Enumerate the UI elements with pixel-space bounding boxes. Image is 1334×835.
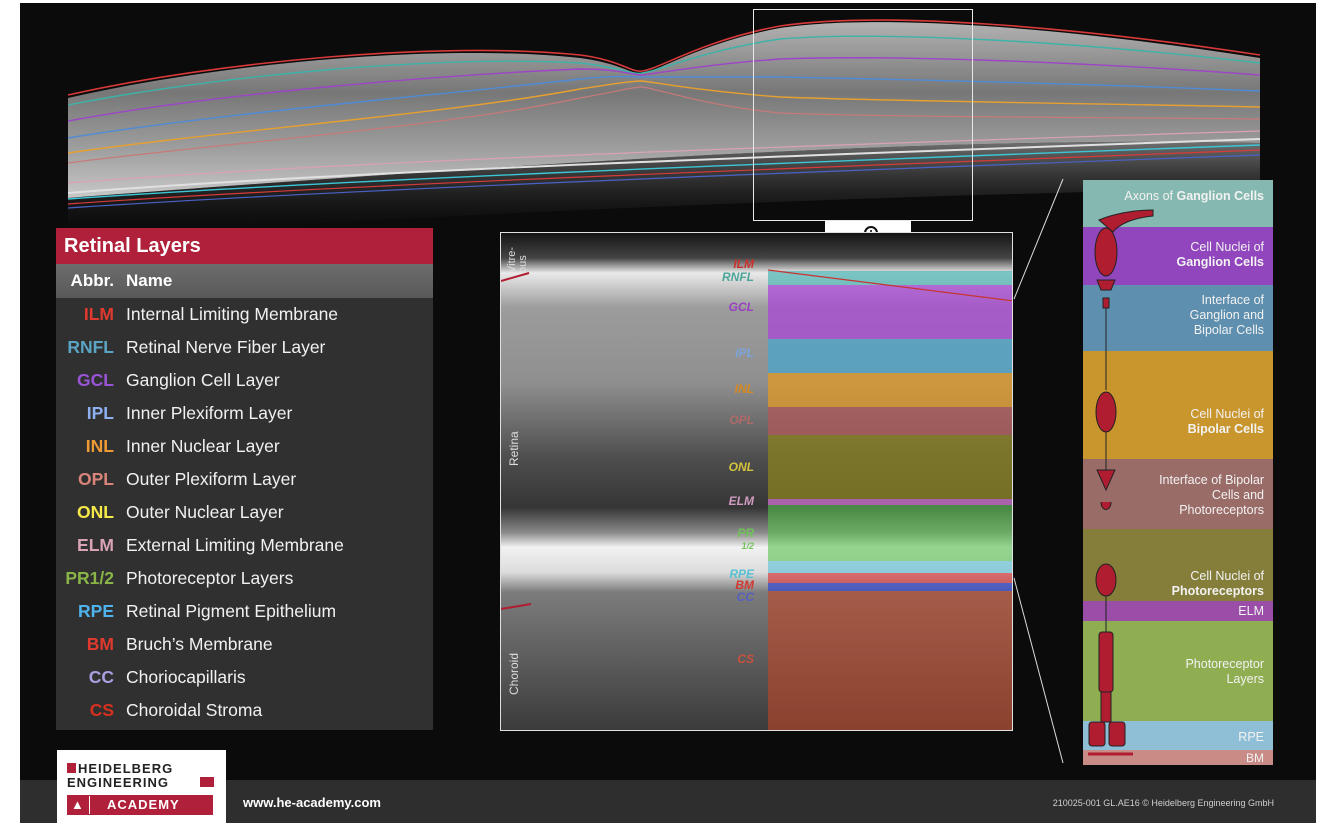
- layer-name: Internal Limiting Membrane: [126, 304, 339, 324]
- zoom-tag-onl: ONL: [728, 460, 754, 474]
- layer-abbr: PR1/2: [65, 568, 114, 588]
- layer-name: Retinal Pigment Epithelium: [126, 601, 337, 621]
- layer-abbr: CC: [88, 667, 114, 687]
- layer-abbr: IPL: [86, 403, 114, 423]
- layer-abbr: ILM: [83, 304, 114, 324]
- schema-label-axons: Axons of Ganglion Cells: [1124, 189, 1264, 203]
- table-row: ELM External Limiting Membrane: [56, 529, 433, 562]
- layer-abbr: RPE: [78, 601, 114, 621]
- zoom-tag-ilm: ILM: [733, 257, 754, 271]
- schema-label-gcl: Cell Nuclei of Ganglion Cells: [1176, 240, 1264, 269]
- zoom-tag-ipl: IPL: [735, 346, 754, 360]
- table-row: CS Choroidal Stroma: [56, 694, 433, 727]
- copyright-text: 210025-001 GL.AE16 © Heidelberg Engineer…: [1052, 798, 1274, 808]
- zoom-tag-rnfl: RNFL: [722, 270, 754, 284]
- retinal-layers-table: Retinal Layers Abbr. Name ILM Internal Li…: [56, 228, 433, 730]
- layer-name: Inner Nuclear Layer: [126, 436, 280, 456]
- layer-name: Ganglion Cell Layer: [126, 370, 280, 390]
- logo-square-bottom: [200, 777, 214, 787]
- logo-line2: ENGINEERING: [67, 775, 170, 790]
- schema-label-photoreceptors: Photoreceptor Layers: [1185, 657, 1264, 686]
- table-header-row: Abbr. Name: [56, 264, 433, 298]
- layer-name: Photoreceptor Layers: [126, 568, 294, 588]
- table-row: PR1/2 Photoreceptor Layers: [56, 562, 433, 595]
- layer-name: External Limiting Membrane: [126, 535, 344, 555]
- table-row: RPE Retinal Pigment Epithelium: [56, 595, 433, 628]
- table-row: BM Bruch’s Membrane: [56, 628, 433, 661]
- table-row: INL Inner Nuclear Layer: [56, 430, 433, 463]
- schema-label-bm: BM: [1246, 751, 1264, 765]
- layer-name: Choroidal Stroma: [126, 700, 263, 720]
- zoomed-oct-image: [501, 233, 1012, 730]
- schema-label-onl: Cell Nuclei of Photoreceptors: [1171, 569, 1264, 598]
- layer-abbr: INL: [85, 436, 114, 456]
- table-row: CC Choriocapillaris: [56, 661, 433, 694]
- zoom-tag-elm: ELM: [728, 494, 754, 508]
- heidelberg-logo: HEIDELBERG ENGINEERING ▲ ACADEMY: [57, 750, 226, 823]
- retina-label: Retina: [507, 431, 521, 466]
- table-row: ONL Outer Nuclear Layer: [56, 496, 433, 529]
- table-row: RNFL Retinal Nerve Fiber Layer: [56, 331, 433, 364]
- retinal-cell-schematic: Axons of Ganglion Cells Cell Nuclei of Ga…: [1083, 180, 1273, 765]
- layer-name: Outer Plexiform Layer: [126, 469, 297, 489]
- zoom-region-frame: [753, 9, 973, 221]
- logo-line3: ACADEMY: [107, 797, 180, 812]
- layer-name: Outer Nuclear Layer: [126, 502, 284, 522]
- graduation-cap-icon: ▲: [71, 797, 84, 812]
- zoom-tag-cs: CS: [737, 652, 754, 666]
- layer-abbr: CS: [89, 700, 114, 720]
- logo-square-top: [67, 763, 76, 773]
- layer-abbr: ELM: [77, 535, 114, 555]
- column-header-name: Name: [126, 271, 173, 290]
- column-header-abbr: Abbr.: [70, 271, 114, 290]
- logo-academy-bar: ▲ ACADEMY: [67, 795, 213, 815]
- table-row: ILM Internal Limiting Membrane: [56, 298, 433, 331]
- layer-name: Inner Plexiform Layer: [126, 403, 293, 423]
- vitreous-label: Vitre- ous: [506, 246, 529, 273]
- layer-abbr: RNFL: [67, 337, 114, 357]
- zoom-tag-12: 1/2: [741, 541, 754, 551]
- zoom-tag-pr: PR: [737, 526, 754, 540]
- zoom-tag-inl: INL: [734, 382, 754, 396]
- table-row: GCL Ganglion Cell Layer: [56, 364, 433, 397]
- zoom-tag-cc: CC: [736, 590, 754, 604]
- zoom-tag-gcl: GCL: [728, 300, 754, 314]
- layer-abbr: OPL: [78, 469, 114, 489]
- schema-label-ipl: Interface of Ganglion and Bipolar Cells: [1189, 293, 1264, 337]
- layer-name: Bruch’s Membrane: [126, 634, 273, 654]
- layer-name: Choriocapillaris: [126, 667, 246, 687]
- layer-abbr: GCL: [77, 370, 114, 390]
- schema-label-elm: ELM: [1238, 604, 1264, 618]
- table-row: IPL Inner Plexiform Layer: [56, 397, 433, 430]
- schema-label-rpe: RPE: [1238, 730, 1264, 744]
- layer-abbr: ONL: [77, 502, 114, 522]
- layer-name: Retinal Nerve Fiber Layer: [126, 337, 326, 357]
- zoomed-oct-panel: Vitre- ous Retina Choroid ILM RNFL GCL IPL I…: [500, 232, 1013, 731]
- schema-label-opl: Interface of Bipolar Cells and Photorece…: [1159, 473, 1264, 517]
- table-body: ILM Internal Limiting Membrane RNFL Retinal…: [56, 298, 433, 727]
- choroid-label: Choroid: [507, 652, 521, 695]
- schema-label-inl: Cell Nuclei of Bipolar Cells: [1187, 407, 1264, 436]
- layer-abbr: BM: [86, 634, 114, 654]
- infographic-canvas: Retinal Layers Abbr. Name ILM Internal Li…: [20, 3, 1316, 823]
- zoom-tag-opl: OPL: [729, 413, 754, 427]
- logo-line1: HEIDELBERG: [78, 761, 174, 776]
- table-row: OPL Outer Plexiform Layer: [56, 463, 433, 496]
- website-link[interactable]: www.he-academy.com: [243, 795, 381, 810]
- table-title: Retinal Layers: [56, 228, 433, 264]
